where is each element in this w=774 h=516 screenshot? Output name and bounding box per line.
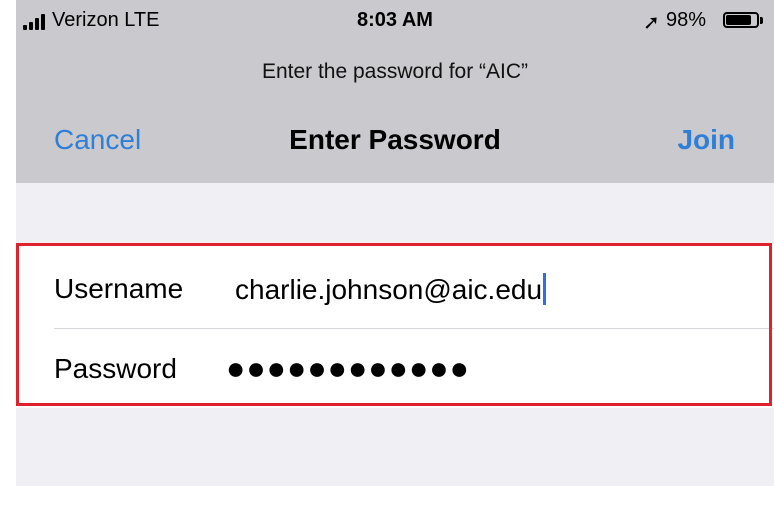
battery-icon [723, 12, 759, 28]
page-title: Enter Password [289, 124, 501, 155]
location-arrow-icon: ➚ [643, 12, 660, 34]
network-prompt: Enter the password for “AIC” [261, 60, 529, 83]
password-label: Password [54, 353, 177, 384]
username-row[interactable]: Username charlie.johnson@aic.edu [16, 246, 774, 329]
phone-screen: Verizon LTE 8:03 AM ➚ 98% Enter the pass… [16, 0, 774, 486]
credentials-form: Username charlie.johnson@aic.edu Passwor… [16, 243, 774, 408]
status-time: 8:03 AM [357, 9, 433, 31]
password-row[interactable]: Password ●●●●●●●●●●●● [16, 326, 774, 407]
username-value: charlie.johnson@aic.edu [235, 274, 543, 305]
battery-percent: 98% [666, 9, 707, 31]
text-cursor [543, 273, 547, 305]
nav-bar: Cancel Enter Password Join [16, 118, 774, 162]
username-field[interactable]: charlie.johnson@aic.edu [235, 273, 547, 306]
status-bar: Verizon LTE 8:03 AM ➚ 98% [16, 0, 774, 42]
header: Verizon LTE 8:03 AM ➚ 98% Enter the pass… [16, 0, 774, 183]
password-field[interactable]: ●●●●●●●●●●●● [226, 350, 470, 387]
battery-nub [760, 17, 763, 24]
battery-fill [726, 15, 751, 25]
username-label: Username [54, 273, 184, 304]
join-button[interactable]: Join [677, 124, 735, 156]
